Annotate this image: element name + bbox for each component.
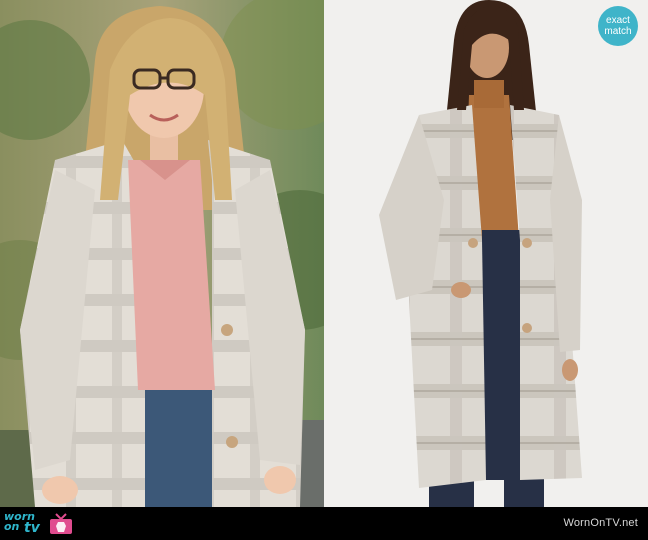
product-photo xyxy=(324,0,648,507)
badge-line-2: match xyxy=(604,26,632,37)
product-illustration xyxy=(324,0,648,507)
tv-still-photo xyxy=(0,0,324,507)
wornontv-logo[interactable]: worn on tv xyxy=(4,509,84,539)
tv-still-illustration xyxy=(0,0,324,507)
logo-word-tv: tv xyxy=(24,520,40,536)
canvas: exact match worn on tv WornOnTV.net xyxy=(0,0,648,540)
exact-match-badge[interactable]: exact match xyxy=(598,6,638,46)
badge-line-1: exact xyxy=(606,15,630,26)
site-credit: WornOnTV.net xyxy=(563,517,638,529)
tv-icon xyxy=(50,513,72,534)
logo-word-on: on xyxy=(4,520,20,533)
footer-bar: worn on tv WornOnTV.net xyxy=(0,507,648,540)
